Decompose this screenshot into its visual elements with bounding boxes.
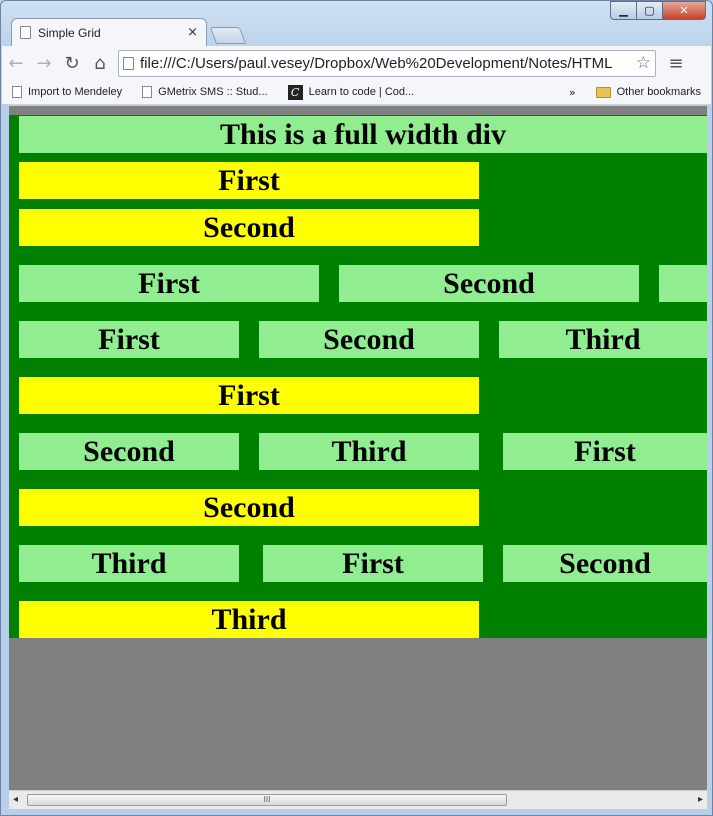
bookmark-import-to-mendeley[interactable]: Import to Mendeley xyxy=(12,86,122,98)
chrome-menu-button[interactable]: ≡ xyxy=(662,49,690,77)
row7-cell-third: Third xyxy=(19,545,239,582)
row3-cell-second: Second xyxy=(259,321,479,358)
folder-icon xyxy=(595,86,611,98)
page-viewport: This is a full width div First Second Fi… xyxy=(9,106,707,790)
home-button[interactable]: ⌂ xyxy=(86,49,114,77)
scroll-left-arrow-icon[interactable]: ◂ xyxy=(13,794,18,805)
scroll-right-arrow-icon[interactable]: ▸ xyxy=(698,794,703,805)
row2-cell-first: First xyxy=(19,265,319,302)
close-window-button[interactable]: ✕ xyxy=(662,1,706,20)
minimize-button[interactable]: ▁ xyxy=(610,1,636,20)
reload-button[interactable]: ↻ xyxy=(58,49,86,77)
page-icon xyxy=(142,86,153,98)
maximize-button[interactable]: ▢ xyxy=(636,1,662,20)
other-bookmarks-label: Other bookmarks xyxy=(616,86,701,98)
row7-cell-second: Second xyxy=(503,545,707,582)
page-icon xyxy=(20,26,31,39)
horizontal-scrollbar[interactable]: ◂ III ▸ xyxy=(9,790,707,809)
row1-cell-first: First xyxy=(19,162,479,199)
address-bar[interactable]: file:///C:/Users/paul.vesey/Dropbox/Web%… xyxy=(118,49,656,77)
browser-window: ▁ ▢ ✕ Simple Grid × ← → ↻ ⌂ file:///C:/U… xyxy=(0,0,713,816)
window-controls: ▁ ▢ ✕ xyxy=(610,1,706,20)
address-url[interactable]: file:///C:/Users/paul.vesey/Dropbox/Web%… xyxy=(140,55,632,72)
row5-cell-first: First xyxy=(503,433,707,470)
page-icon xyxy=(123,56,134,70)
grid-container: This is a full width div First Second Fi… xyxy=(9,115,707,638)
full-width-div: This is a full width div xyxy=(19,116,707,153)
bookmark-codecademy[interactable]: C Learn to code | Cod... xyxy=(287,84,415,100)
back-button[interactable]: ← xyxy=(2,49,30,77)
row4-cell-first: First xyxy=(19,377,479,414)
row2-cell-overflow xyxy=(659,265,707,302)
row5-cell-third: Third xyxy=(259,433,479,470)
tab-simple-grid[interactable]: Simple Grid × xyxy=(11,18,207,46)
navigation-toolbar: ← → ↻ ⌂ file:///C:/Users/paul.vesey/Drop… xyxy=(2,46,711,80)
row7-cell-first: First xyxy=(263,545,483,582)
scrollbar-thumb[interactable]: III xyxy=(27,794,507,806)
bookmark-star-icon[interactable]: ☆ xyxy=(636,53,651,73)
bookmark-label: Learn to code | Cod... xyxy=(308,86,415,98)
row5-cell-second: Second xyxy=(19,433,239,470)
row1-cell-second: Second xyxy=(19,209,479,246)
row8-cell-third: Third xyxy=(19,601,479,638)
tab-label: Simple Grid xyxy=(38,25,101,40)
page-icon xyxy=(12,86,22,98)
forward-button[interactable]: → xyxy=(30,49,58,77)
bookmark-gmetrix[interactable]: GMetrix SMS :: Stud... xyxy=(142,86,268,98)
row3-cell-first: First xyxy=(19,321,239,358)
tab-strip: Simple Grid × xyxy=(11,18,247,46)
row2-cell-second: Second xyxy=(339,265,639,302)
row3-cell-third: Third xyxy=(499,321,707,358)
bookmark-label: Import to Mendeley xyxy=(28,86,123,98)
codecademy-icon: C xyxy=(287,84,303,100)
row6-cell-second: Second xyxy=(19,489,479,526)
bookmarks-bar: Import to Mendeley GMetrix SMS :: Stud..… xyxy=(2,80,711,105)
new-tab-button[interactable] xyxy=(209,27,247,44)
tab-close-icon[interactable]: × xyxy=(187,25,198,40)
bookmark-label: GMetrix SMS :: Stud... xyxy=(158,86,268,98)
other-bookmarks-folder[interactable]: Other bookmarks xyxy=(595,86,701,98)
bookmarks-overflow-chevron-icon[interactable]: » xyxy=(569,86,576,99)
